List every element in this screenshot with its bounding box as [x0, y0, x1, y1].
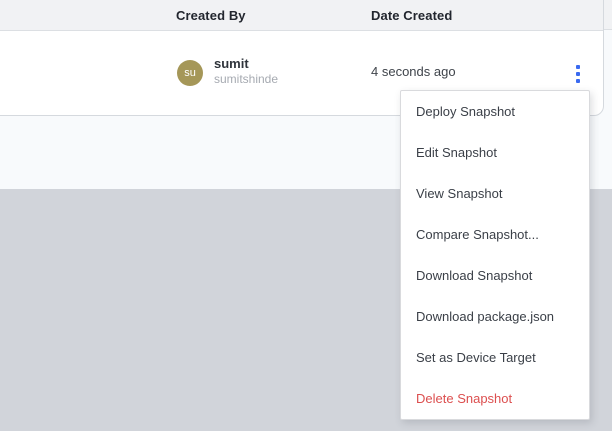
snapshot-context-menu: Deploy Snapshot Edit Snapshot View Snaps… — [400, 90, 590, 420]
menu-item-delete-snapshot[interactable]: Delete Snapshot — [401, 378, 589, 419]
menu-item-download-snapshot[interactable]: Download Snapshot — [401, 255, 589, 296]
table-header-row: Created By Date Created — [0, 0, 603, 31]
menu-item-set-as-device-target[interactable]: Set as Device Target — [401, 337, 589, 378]
kebab-menu-icon — [576, 65, 580, 69]
kebab-menu-icon — [576, 79, 580, 83]
menu-item-deploy-snapshot[interactable]: Deploy Snapshot — [401, 91, 589, 132]
avatar: su — [177, 60, 203, 86]
menu-item-download-package-json[interactable]: Download package.json — [401, 296, 589, 337]
menu-item-edit-snapshot[interactable]: Edit Snapshot — [401, 132, 589, 173]
menu-item-view-snapshot[interactable]: View Snapshot — [401, 173, 589, 214]
date-created-cell: 4 seconds ago — [371, 64, 456, 79]
column-header-date-created: Date Created — [371, 8, 453, 23]
kebab-menu-icon — [576, 72, 580, 76]
row-actions-kebab-button[interactable] — [567, 61, 589, 87]
user-name: sumit — [214, 56, 249, 71]
avatar-initials: su — [184, 67, 196, 79]
created-by-cell: sumit sumitshinde — [214, 56, 278, 86]
user-username: sumitshinde — [214, 72, 279, 86]
column-header-created-by: Created By — [176, 8, 246, 23]
menu-item-compare-snapshot[interactable]: Compare Snapshot... — [401, 214, 589, 255]
